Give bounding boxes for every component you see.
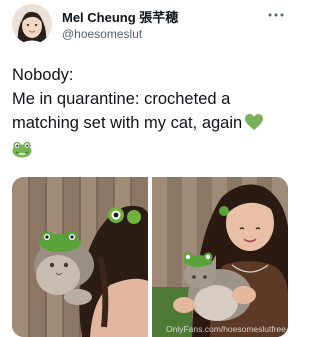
tweet-text: Nobody: Me in quarantine: crocheted a ma… xyxy=(12,63,292,165)
tweet-line-1: Nobody: xyxy=(12,66,74,84)
green-heart-emoji-icon xyxy=(245,114,264,138)
tweet-media[interactable]: OnlyFans.com/hoesomeslutfree xyxy=(12,177,288,337)
tweet-header: Mel Cheung 張芊穂 @hoesomeslut xyxy=(12,4,288,48)
photo-cat-on-shoulder[interactable] xyxy=(12,177,148,337)
tweet-line-3: matching set with my cat, again xyxy=(12,111,292,138)
user-handle[interactable]: @hoesomeslut xyxy=(62,26,178,42)
watermark-text: OnlyFans.com/hoesomeslutfree xyxy=(166,324,286,334)
tweet-line-2: Me in quarantine: crocheted a xyxy=(12,90,231,108)
avatar[interactable] xyxy=(12,4,52,44)
tweet-line-3-text: matching set with my cat, again xyxy=(12,114,243,132)
avatar-photo-icon xyxy=(12,4,52,44)
tweet-line-4 xyxy=(12,138,292,165)
photo-holding-cat[interactable]: OnlyFans.com/hoesomeslutfree xyxy=(152,177,288,337)
cat-on-shoulder-photo-icon xyxy=(12,177,148,337)
display-name[interactable]: Mel Cheung 張芊穂 xyxy=(62,10,178,26)
frog-emoji-icon xyxy=(12,141,32,165)
more-options-button[interactable] xyxy=(266,8,286,22)
holding-cat-photo-icon xyxy=(152,177,288,337)
more-dots-icon xyxy=(268,13,284,17)
